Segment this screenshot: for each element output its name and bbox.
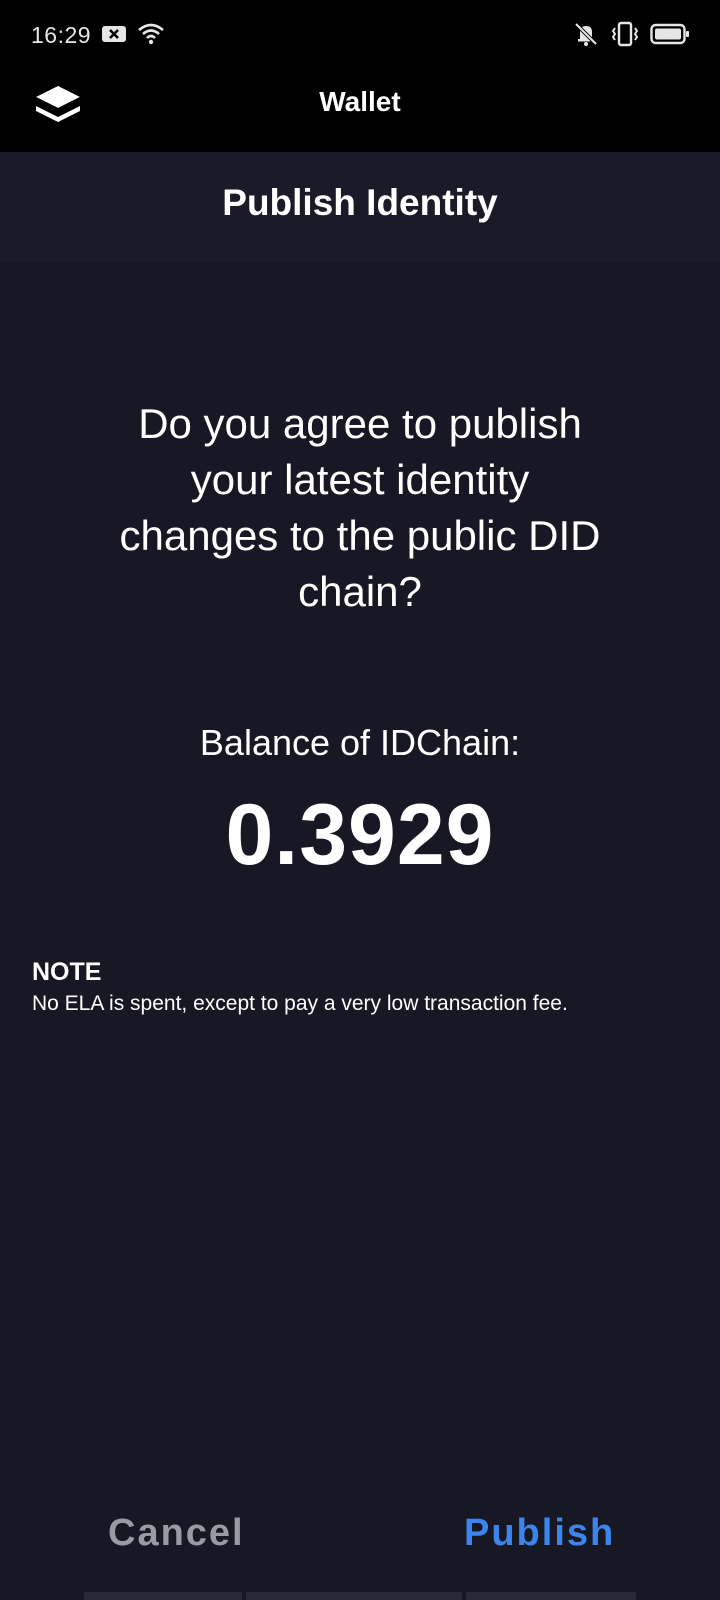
publish-question: Do you agree to publish your latest iden…: [119, 400, 601, 615]
wifi-icon: [137, 22, 165, 51]
note-text: No ELA is spent, except to pay a very lo…: [32, 992, 568, 1015]
status-left-icons: [101, 22, 165, 51]
status-right-icons: [572, 20, 690, 53]
app-bar: Wallet: [0, 72, 720, 152]
bottom-divider: [0, 1592, 720, 1600]
battery-icon: [650, 22, 690, 51]
status-time: 16:29: [31, 22, 92, 48]
balance-label: Balance of IDChain:: [199, 722, 521, 763]
page-title: Publish Identity: [222, 182, 498, 223]
publish-button[interactable]: Publish: [464, 1512, 615, 1555]
balance-value: 0.3929: [225, 787, 495, 883]
cancel-button[interactable]: Cancel: [108, 1512, 245, 1555]
page-header: Publish Identity: [0, 152, 720, 262]
status-bar: 16:29: [0, 0, 720, 72]
notification-x-icon: [101, 24, 127, 49]
app-title: Wallet: [319, 86, 401, 117]
vibrate-icon: [610, 20, 640, 53]
mute-icon: [572, 20, 600, 53]
note-title: NOTE: [32, 958, 102, 986]
